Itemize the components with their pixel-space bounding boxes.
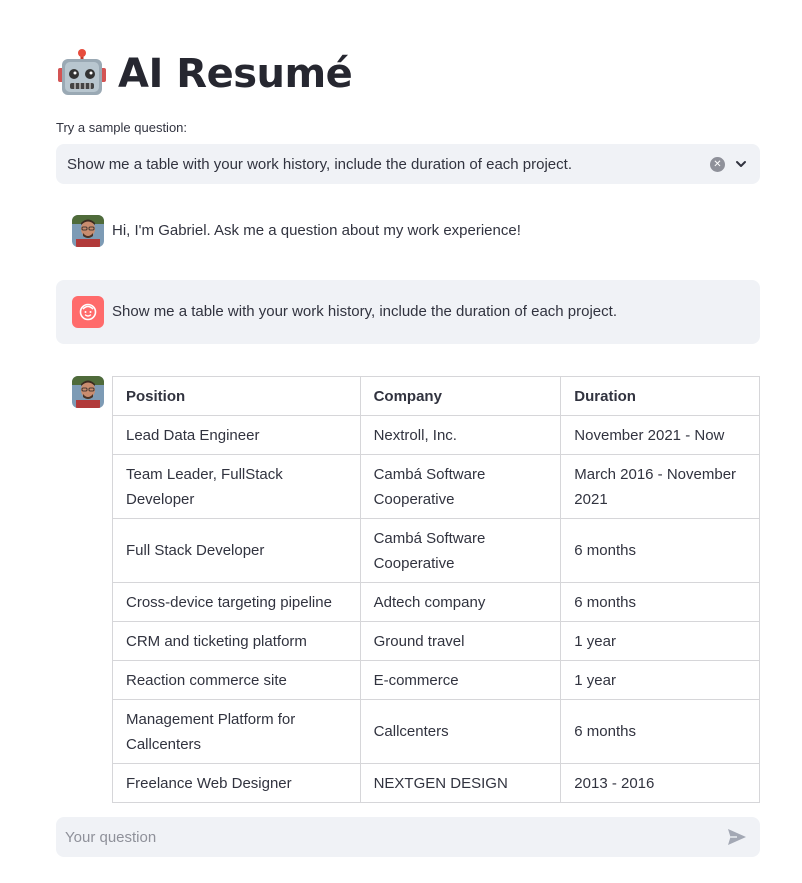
column-header-company: Company bbox=[359, 376, 562, 416]
table-header-row: Position Company Duration bbox=[112, 376, 760, 416]
cell-company: Nextroll, Inc. bbox=[359, 415, 562, 455]
profile-photo-icon bbox=[72, 215, 104, 247]
chevron-down-icon[interactable] bbox=[734, 157, 748, 171]
robot-face-icon bbox=[58, 49, 106, 95]
cell-duration: November 2021 - Now bbox=[560, 415, 760, 455]
send-icon[interactable] bbox=[726, 826, 748, 848]
cell-duration: 2013 - 2016 bbox=[560, 763, 760, 803]
cell-position: Lead Data Engineer bbox=[112, 415, 361, 455]
cell-duration: 6 months bbox=[560, 518, 760, 583]
table-row: CRM and ticketing platform Ground travel… bbox=[112, 621, 760, 661]
table-row: Reaction commerce site E-commerce 1 year bbox=[112, 660, 760, 700]
cell-position: Team Leader, FullStack Developer bbox=[112, 454, 361, 519]
chat-input-bar bbox=[56, 817, 760, 857]
table-row: Team Leader, FullStack Developer Cambá S… bbox=[112, 454, 760, 519]
clear-icon[interactable]: ✕ bbox=[710, 156, 725, 172]
cell-duration: 1 year bbox=[560, 660, 760, 700]
page-title: AI Resumé bbox=[118, 51, 353, 97]
cell-company: Callcenters bbox=[359, 699, 562, 764]
table-row: Freelance Web Designer NEXTGEN DESIGN 20… bbox=[112, 763, 760, 803]
cell-company: Adtech company bbox=[359, 582, 562, 622]
cell-duration: March 2016 - November 2021 bbox=[560, 454, 760, 519]
cell-company: E-commerce bbox=[359, 660, 562, 700]
table-row: Cross-device targeting pipeline Adtech c… bbox=[112, 582, 760, 622]
user-avatar bbox=[72, 296, 104, 328]
assistant-message: Hi, I'm Gabriel. Ask me a question about… bbox=[56, 215, 760, 249]
cell-company: NEXTGEN DESIGN bbox=[359, 763, 562, 803]
cell-position: Cross-device targeting pipeline bbox=[112, 582, 361, 622]
column-header-position: Position bbox=[112, 376, 361, 416]
cell-position: Management Platform for Callcenters bbox=[112, 699, 361, 764]
column-header-duration: Duration bbox=[560, 376, 760, 416]
sample-question-select[interactable]: Show me a table with your work history, … bbox=[56, 144, 760, 184]
assistant-avatar bbox=[72, 215, 104, 247]
cell-duration: 6 months bbox=[560, 582, 760, 622]
smiley-face-icon bbox=[79, 303, 97, 321]
cell-duration: 1 year bbox=[560, 621, 760, 661]
cell-position: Freelance Web Designer bbox=[112, 763, 361, 803]
sample-question-label: Try a sample question: bbox=[56, 120, 188, 135]
cell-position: Reaction commerce site bbox=[112, 660, 361, 700]
cell-company: Cambá Software Cooperative bbox=[359, 454, 562, 519]
profile-photo-icon bbox=[72, 376, 104, 408]
cell-position: Full Stack Developer bbox=[112, 518, 361, 583]
cell-company: Ground travel bbox=[359, 621, 562, 661]
sample-question-value: Show me a table with your work history, … bbox=[67, 155, 572, 173]
table-row: Lead Data Engineer Nextroll, Inc. Novemb… bbox=[112, 415, 760, 455]
table-row: Management Platform for Callcenters Call… bbox=[112, 699, 760, 764]
page-header: AI Resumé bbox=[56, 46, 353, 102]
assistant-avatar bbox=[72, 376, 104, 408]
user-message: Show me a table with your work history, … bbox=[56, 280, 760, 344]
cell-company: Cambá Software Cooperative bbox=[359, 518, 562, 583]
assistant-message-text: Hi, I'm Gabriel. Ask me a question about… bbox=[112, 222, 521, 239]
work-history-table: Position Company Duration Lead Data Engi… bbox=[112, 376, 760, 803]
table-row: Full Stack Developer Cambá Software Coop… bbox=[112, 518, 760, 583]
cell-duration: 6 months bbox=[560, 699, 760, 764]
question-input[interactable] bbox=[65, 828, 726, 846]
cell-position: CRM and ticketing platform bbox=[112, 621, 361, 661]
user-message-text: Show me a table with your work history, … bbox=[112, 303, 617, 320]
